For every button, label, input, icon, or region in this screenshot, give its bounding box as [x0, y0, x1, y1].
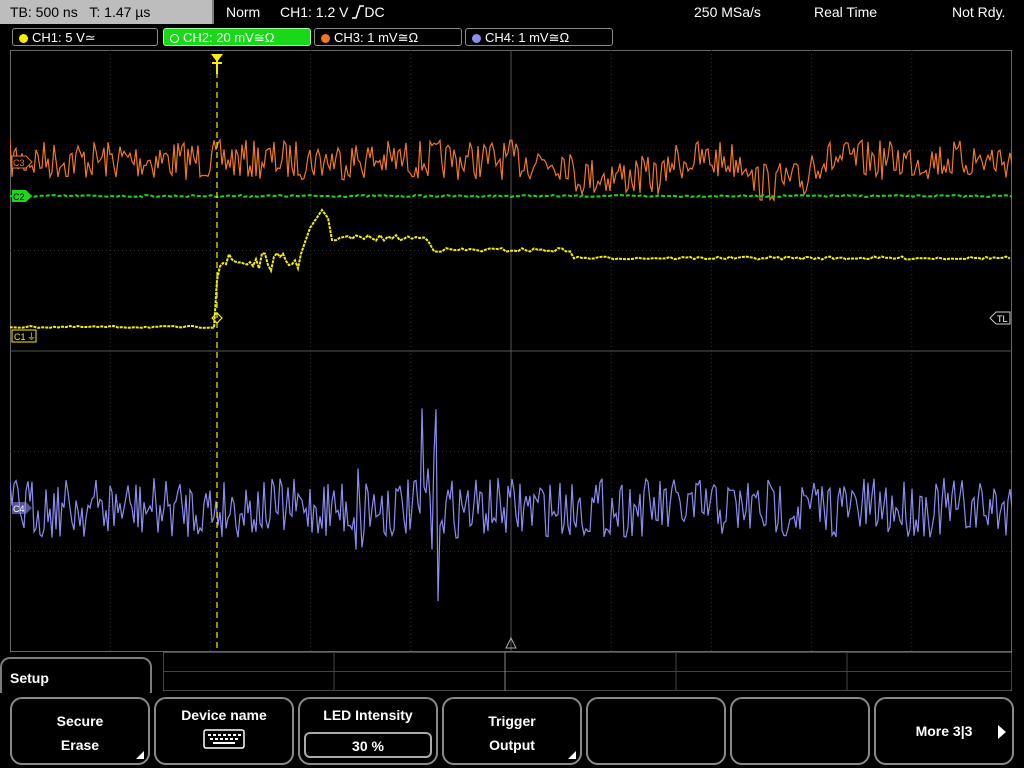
ch1-level-marker[interactable]: C1 ⏚ — [11, 329, 37, 343]
submenu-corner-icon — [136, 751, 144, 759]
trigger-level-label: TL — [997, 314, 1008, 324]
ch1-label: CH1: 5 V — [32, 30, 85, 45]
ch1-marker-label: C1 — [14, 332, 26, 342]
channel-tab-ch2[interactable]: CH2: 20 mV≅Ω — [163, 28, 311, 46]
ch4-color-icon — [472, 34, 481, 43]
trigger-mode[interactable]: Norm — [226, 0, 260, 24]
timebase-display[interactable]: TB: 500 ns T: 1.47 µs — [0, 0, 214, 24]
ch2-label: CH2: 20 mV — [183, 30, 254, 45]
ch1-coupling: ≃ — [84, 30, 96, 45]
submenu-corner-icon — [568, 751, 576, 759]
trigger-time-label: T: 1.47 µs — [89, 4, 151, 20]
ch2-coupling: ≅Ω — [253, 30, 275, 45]
softkey-label: Output — [489, 737, 535, 753]
device-name-button[interactable]: Device name — [154, 697, 294, 765]
secure-erase-button[interactable]: Secure Erase — [10, 697, 150, 765]
timebase-label: TB: 500 ns — [10, 4, 78, 20]
softkey-empty-5[interactable] — [586, 697, 726, 765]
sample-rate: 250 MSa/s — [694, 4, 761, 20]
trigger-output-button[interactable]: Trigger Output — [442, 697, 582, 765]
ground-icon: ⏚ — [27, 332, 36, 343]
ch3-color-icon — [321, 34, 330, 43]
ch4-marker-label: C4 — [13, 504, 25, 514]
ch1-color-icon — [19, 34, 28, 43]
ch2-color-icon — [170, 34, 179, 43]
trigger-source: CH1: 1.2 V — [280, 4, 349, 20]
trigger-coupling: DC — [364, 4, 385, 20]
channel-tab-ch1[interactable]: CH1: 5 V≃ — [12, 28, 158, 46]
channel-tab-ch4[interactable]: CH4: 1 mV≅Ω — [465, 28, 613, 46]
ch4-label: CH4: 1 mV — [485, 30, 549, 45]
channel-tab-ch3[interactable]: CH3: 1 mV≅Ω — [314, 28, 462, 46]
ch3-marker-label: C3 — [13, 158, 25, 168]
softkey-label: Device name — [181, 707, 267, 723]
rising-edge-icon — [352, 5, 365, 19]
led-intensity-value: 30 % — [304, 732, 432, 758]
ch2-marker-label: C2 — [13, 192, 25, 202]
softkey-empty-6[interactable] — [730, 697, 870, 765]
status-bar: TB: 500 ns T: 1.47 µs Norm CH1: 1.2 V DC… — [0, 0, 1024, 26]
zoom-overview-bar[interactable] — [163, 652, 1012, 691]
led-intensity-button[interactable]: LED Intensity 30 % — [298, 697, 438, 765]
softkey-label: Trigger — [488, 713, 536, 729]
softkey-label: Erase — [60, 737, 100, 753]
acquisition-mode[interactable]: Real Time — [814, 0, 877, 24]
arrow-right-icon — [998, 725, 1006, 739]
ch4-coupling: ≅Ω — [548, 30, 570, 45]
menu-title-setup: Setup — [0, 657, 152, 693]
trigger-info[interactable]: CH1: 1.2 V DC — [280, 0, 385, 24]
softkey-label: Secure — [56, 713, 104, 729]
keyboard-icon — [203, 729, 245, 749]
softkey-label: More 3|3 — [915, 723, 973, 739]
ch3-label: CH3: 1 mV — [334, 30, 398, 45]
ch3-coupling: ≅Ω — [397, 30, 419, 45]
softkey-label: LED Intensity — [323, 707, 413, 723]
more-button[interactable]: More 3|3 — [874, 697, 1014, 765]
acquisition-status: Not Rdy. — [952, 4, 1006, 20]
waveform-display[interactable]: C3 C2 C1 ⏚ C4 TL — [10, 50, 1012, 652]
